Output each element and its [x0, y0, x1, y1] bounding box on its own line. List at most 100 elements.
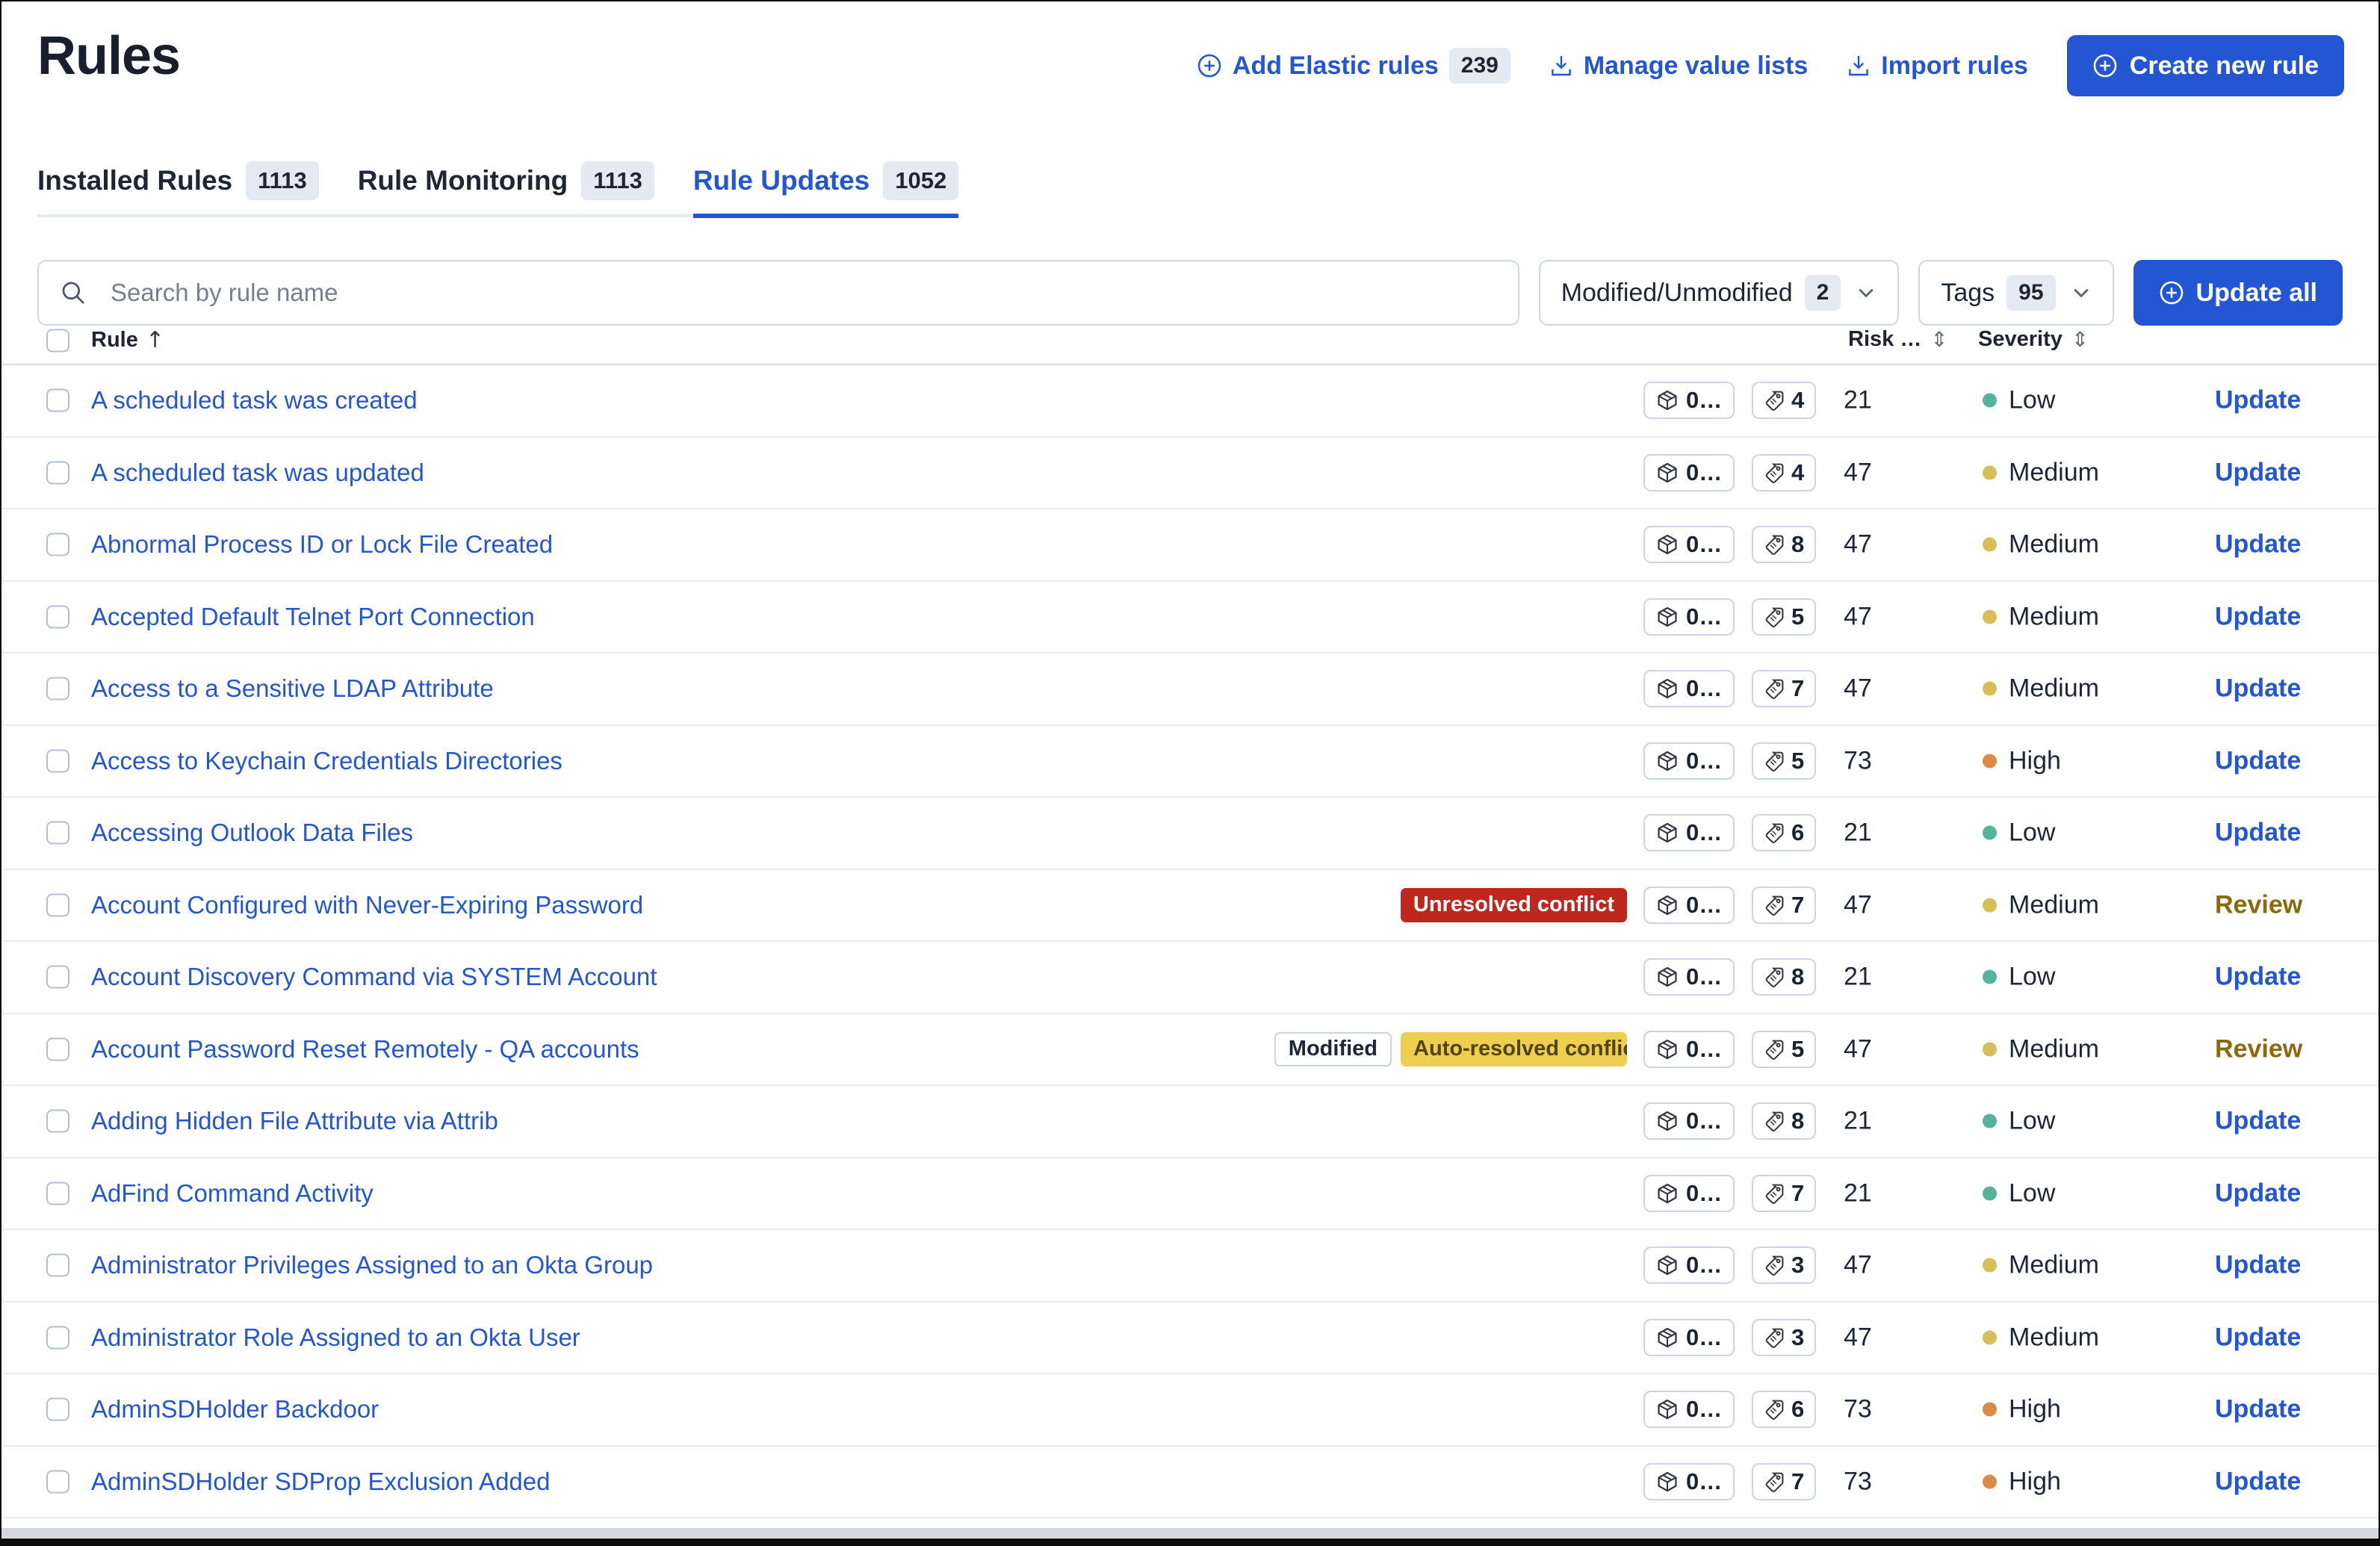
integrations-badge[interactable]: 0… [1643, 526, 1735, 563]
integrations-badge[interactable]: 0… [1643, 1391, 1735, 1428]
rule-name-link[interactable]: Abnormal Process ID or Lock File Created [91, 530, 553, 559]
tags-badge[interactable]: 4 [1752, 454, 1816, 491]
horizontal-scrollbar[interactable] [1, 1528, 2379, 1539]
update-action-link[interactable]: Update [2215, 530, 2301, 559]
integrations-badge[interactable]: 0… [1643, 1031, 1735, 1068]
integrations-badge[interactable]: 0… [1643, 382, 1735, 419]
row-checkbox[interactable] [46, 1110, 69, 1133]
tags-badge[interactable]: 8 [1752, 958, 1816, 996]
integrations-badge[interactable]: 0… [1643, 454, 1735, 491]
tags-badge[interactable]: 5 [1752, 742, 1816, 780]
row-checkbox[interactable] [46, 605, 69, 628]
rule-name-link[interactable]: Accessing Outlook Data Files [91, 819, 413, 847]
update-action-link[interactable]: Update [2215, 1251, 2301, 1280]
row-checkbox[interactable] [46, 893, 69, 916]
row-checkbox[interactable] [46, 533, 69, 556]
tab-rule-updates[interactable]: Rule Updates 1052 [693, 161, 958, 218]
tags-badge[interactable]: 8 [1752, 526, 1816, 563]
tags-badge[interactable]: 3 [1752, 1247, 1816, 1284]
row-checkbox[interactable] [46, 1398, 69, 1421]
tags-filter[interactable]: Tags 95 [1918, 260, 2113, 326]
rule-name-link[interactable]: A scheduled task was created [91, 386, 418, 415]
create-new-rule-button[interactable]: Create new rule [2067, 35, 2344, 96]
row-checkbox[interactable] [46, 389, 69, 412]
row-checkbox[interactable] [46, 966, 69, 989]
rule-name-link[interactable]: Access to a Sensitive LDAP Attribute [91, 674, 494, 703]
integrations-badge[interactable]: 0… [1643, 670, 1735, 707]
column-header-rule[interactable]: Rule ↑ [91, 327, 164, 353]
tags-badge[interactable]: 7 [1752, 1463, 1816, 1500]
update-action-link[interactable]: Update [2215, 963, 2301, 992]
review-action-link[interactable]: Review [2215, 1034, 2302, 1064]
rule-name-link[interactable]: Accepted Default Telnet Port Connection [91, 603, 535, 631]
tags-badge[interactable]: 7 [1752, 670, 1816, 707]
column-header-severity[interactable]: Severity ⇕ [1978, 327, 2089, 352]
integrations-badge[interactable]: 0… [1643, 1102, 1735, 1140]
tag-icon [1764, 678, 1785, 699]
integrations-badge[interactable]: 0… [1643, 742, 1735, 780]
integrations-badge[interactable]: 0… [1643, 1175, 1735, 1212]
integrations-badge[interactable]: 0… [1643, 887, 1735, 924]
row-checkbox[interactable] [46, 749, 69, 772]
row-checkbox[interactable] [46, 1182, 69, 1205]
row-checkbox[interactable] [46, 822, 69, 845]
update-action-link[interactable]: Update [2215, 819, 2301, 848]
update-action-link[interactable]: Update [2215, 458, 2301, 487]
select-all-checkbox[interactable] [46, 329, 69, 353]
rule-name-link[interactable]: Administrator Privileges Assigned to an … [91, 1251, 653, 1279]
update-action-link[interactable]: Update [2215, 1467, 2301, 1496]
tags-badge[interactable]: 7 [1752, 1175, 1816, 1212]
tags-badge[interactable]: 5 [1752, 598, 1816, 636]
row-checkbox[interactable] [46, 1037, 69, 1061]
add-elastic-rules-button[interactable]: Add Elastic rules 239 [1197, 48, 1510, 84]
review-action-link[interactable]: Review [2215, 890, 2302, 919]
rule-name-link[interactable]: AdminSDHolder SDProp Exclusion Added [91, 1468, 550, 1496]
rule-name-link[interactable]: Administrator Role Assigned to an Okta U… [91, 1323, 580, 1352]
update-action-link[interactable]: Update [2215, 746, 2301, 775]
search-input[interactable] [37, 260, 1519, 326]
rule-name-link[interactable]: Account Password Reset Remotely - QA acc… [91, 1035, 639, 1064]
rule-name-link[interactable]: Account Configured with Never-Expiring P… [91, 891, 643, 919]
rule-name-link[interactable]: Account Discovery Command via SYSTEM Acc… [91, 963, 657, 991]
severity-dot [1983, 1403, 1997, 1417]
column-label: Risk … [1848, 327, 1921, 352]
update-action-link[interactable]: Update [2215, 1107, 2301, 1136]
integrations-badge[interactable]: 0… [1643, 958, 1735, 996]
severity: High [1983, 1395, 2061, 1424]
import-rules-button[interactable]: Import rules [1847, 52, 2027, 81]
update-all-button[interactable]: Update all [2133, 260, 2343, 326]
integrations-badge[interactable]: 0… [1643, 1319, 1735, 1356]
update-action-link[interactable]: Update [2215, 1323, 2301, 1352]
rule-name-link[interactable]: AdminSDHolder Backdoor [91, 1395, 379, 1424]
row-checkbox[interactable] [46, 1326, 69, 1349]
tab-rule-monitoring[interactable]: Rule Monitoring 1113 [358, 161, 654, 218]
integrations-badge[interactable]: 0… [1643, 1463, 1735, 1500]
integrations-badge[interactable]: 0… [1643, 1247, 1735, 1284]
rule-name-link[interactable]: AdFind Command Activity [91, 1179, 374, 1208]
rule-name-link[interactable]: Adding Hidden File Attribute via Attrib [91, 1107, 498, 1135]
tab-installed-rules[interactable]: Installed Rules 1113 [37, 161, 319, 218]
tags-badge[interactable]: 4 [1752, 382, 1816, 419]
update-action-link[interactable]: Update [2215, 602, 2301, 631]
row-checkbox[interactable] [46, 1470, 69, 1493]
update-action-link[interactable]: Update [2215, 1395, 2301, 1424]
tags-badge[interactable]: 8 [1752, 1102, 1816, 1140]
update-action-link[interactable]: Update [2215, 1179, 2301, 1208]
manage-value-lists-button[interactable]: Manage value lists [1549, 52, 1808, 81]
row-checkbox[interactable] [46, 461, 69, 484]
column-header-risk-score[interactable]: Risk … ⇕ [1848, 327, 1948, 352]
update-action-link[interactable]: Update [2215, 674, 2301, 704]
row-checkbox[interactable] [46, 1254, 69, 1277]
tags-badge[interactable]: 3 [1752, 1319, 1816, 1356]
integrations-badge[interactable]: 0… [1643, 814, 1735, 851]
rule-name-link[interactable]: Access to Keychain Credentials Directori… [91, 747, 563, 775]
row-checkbox[interactable] [46, 677, 69, 701]
integrations-badge[interactable]: 0… [1643, 598, 1735, 636]
modified-unmodified-filter[interactable]: Modified/Unmodified 2 [1539, 260, 1900, 326]
rule-name-link[interactable]: A scheduled task was updated [91, 459, 424, 487]
tags-badge[interactable]: 6 [1752, 1391, 1816, 1428]
tags-badge[interactable]: 5 [1752, 1031, 1816, 1068]
update-action-link[interactable]: Update [2215, 386, 2301, 415]
tags-badge[interactable]: 6 [1752, 814, 1816, 851]
tags-badge[interactable]: 7 [1752, 887, 1816, 924]
